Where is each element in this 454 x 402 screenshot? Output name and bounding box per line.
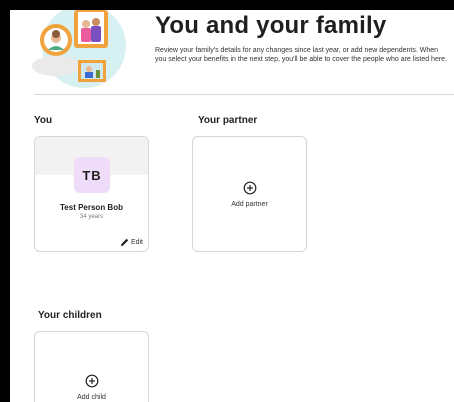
you-card: TB Test Person Bob 34 years Edit: [34, 136, 149, 252]
add-child-label: Add child: [77, 394, 106, 401]
edit-you-button[interactable]: Edit: [120, 238, 143, 247]
add-child-button[interactable]: Add child: [34, 331, 149, 402]
you-section-label: You: [34, 115, 53, 126]
pencil-icon: [120, 238, 128, 247]
add-partner-button[interactable]: Add partner: [192, 136, 307, 252]
children-section-label: Your children: [38, 310, 102, 321]
plus-circle-icon: [243, 181, 256, 195]
person-age: 34 years: [79, 214, 103, 220]
family-illustration: [32, 10, 126, 88]
plus-circle-icon: [85, 374, 98, 388]
family-page: You and your family Review your family's…: [10, 10, 454, 402]
edit-label: Edit: [130, 239, 143, 246]
avatar: TB: [74, 157, 110, 193]
header-divider: [34, 94, 454, 95]
page-description: Review your family's details for any cha…: [155, 47, 448, 63]
page-title: You and your family: [155, 12, 387, 39]
add-partner-label: Add partner: [231, 201, 268, 208]
partner-section-label: Your partner: [198, 115, 258, 126]
person-name: Test Person Bob: [60, 203, 123, 212]
